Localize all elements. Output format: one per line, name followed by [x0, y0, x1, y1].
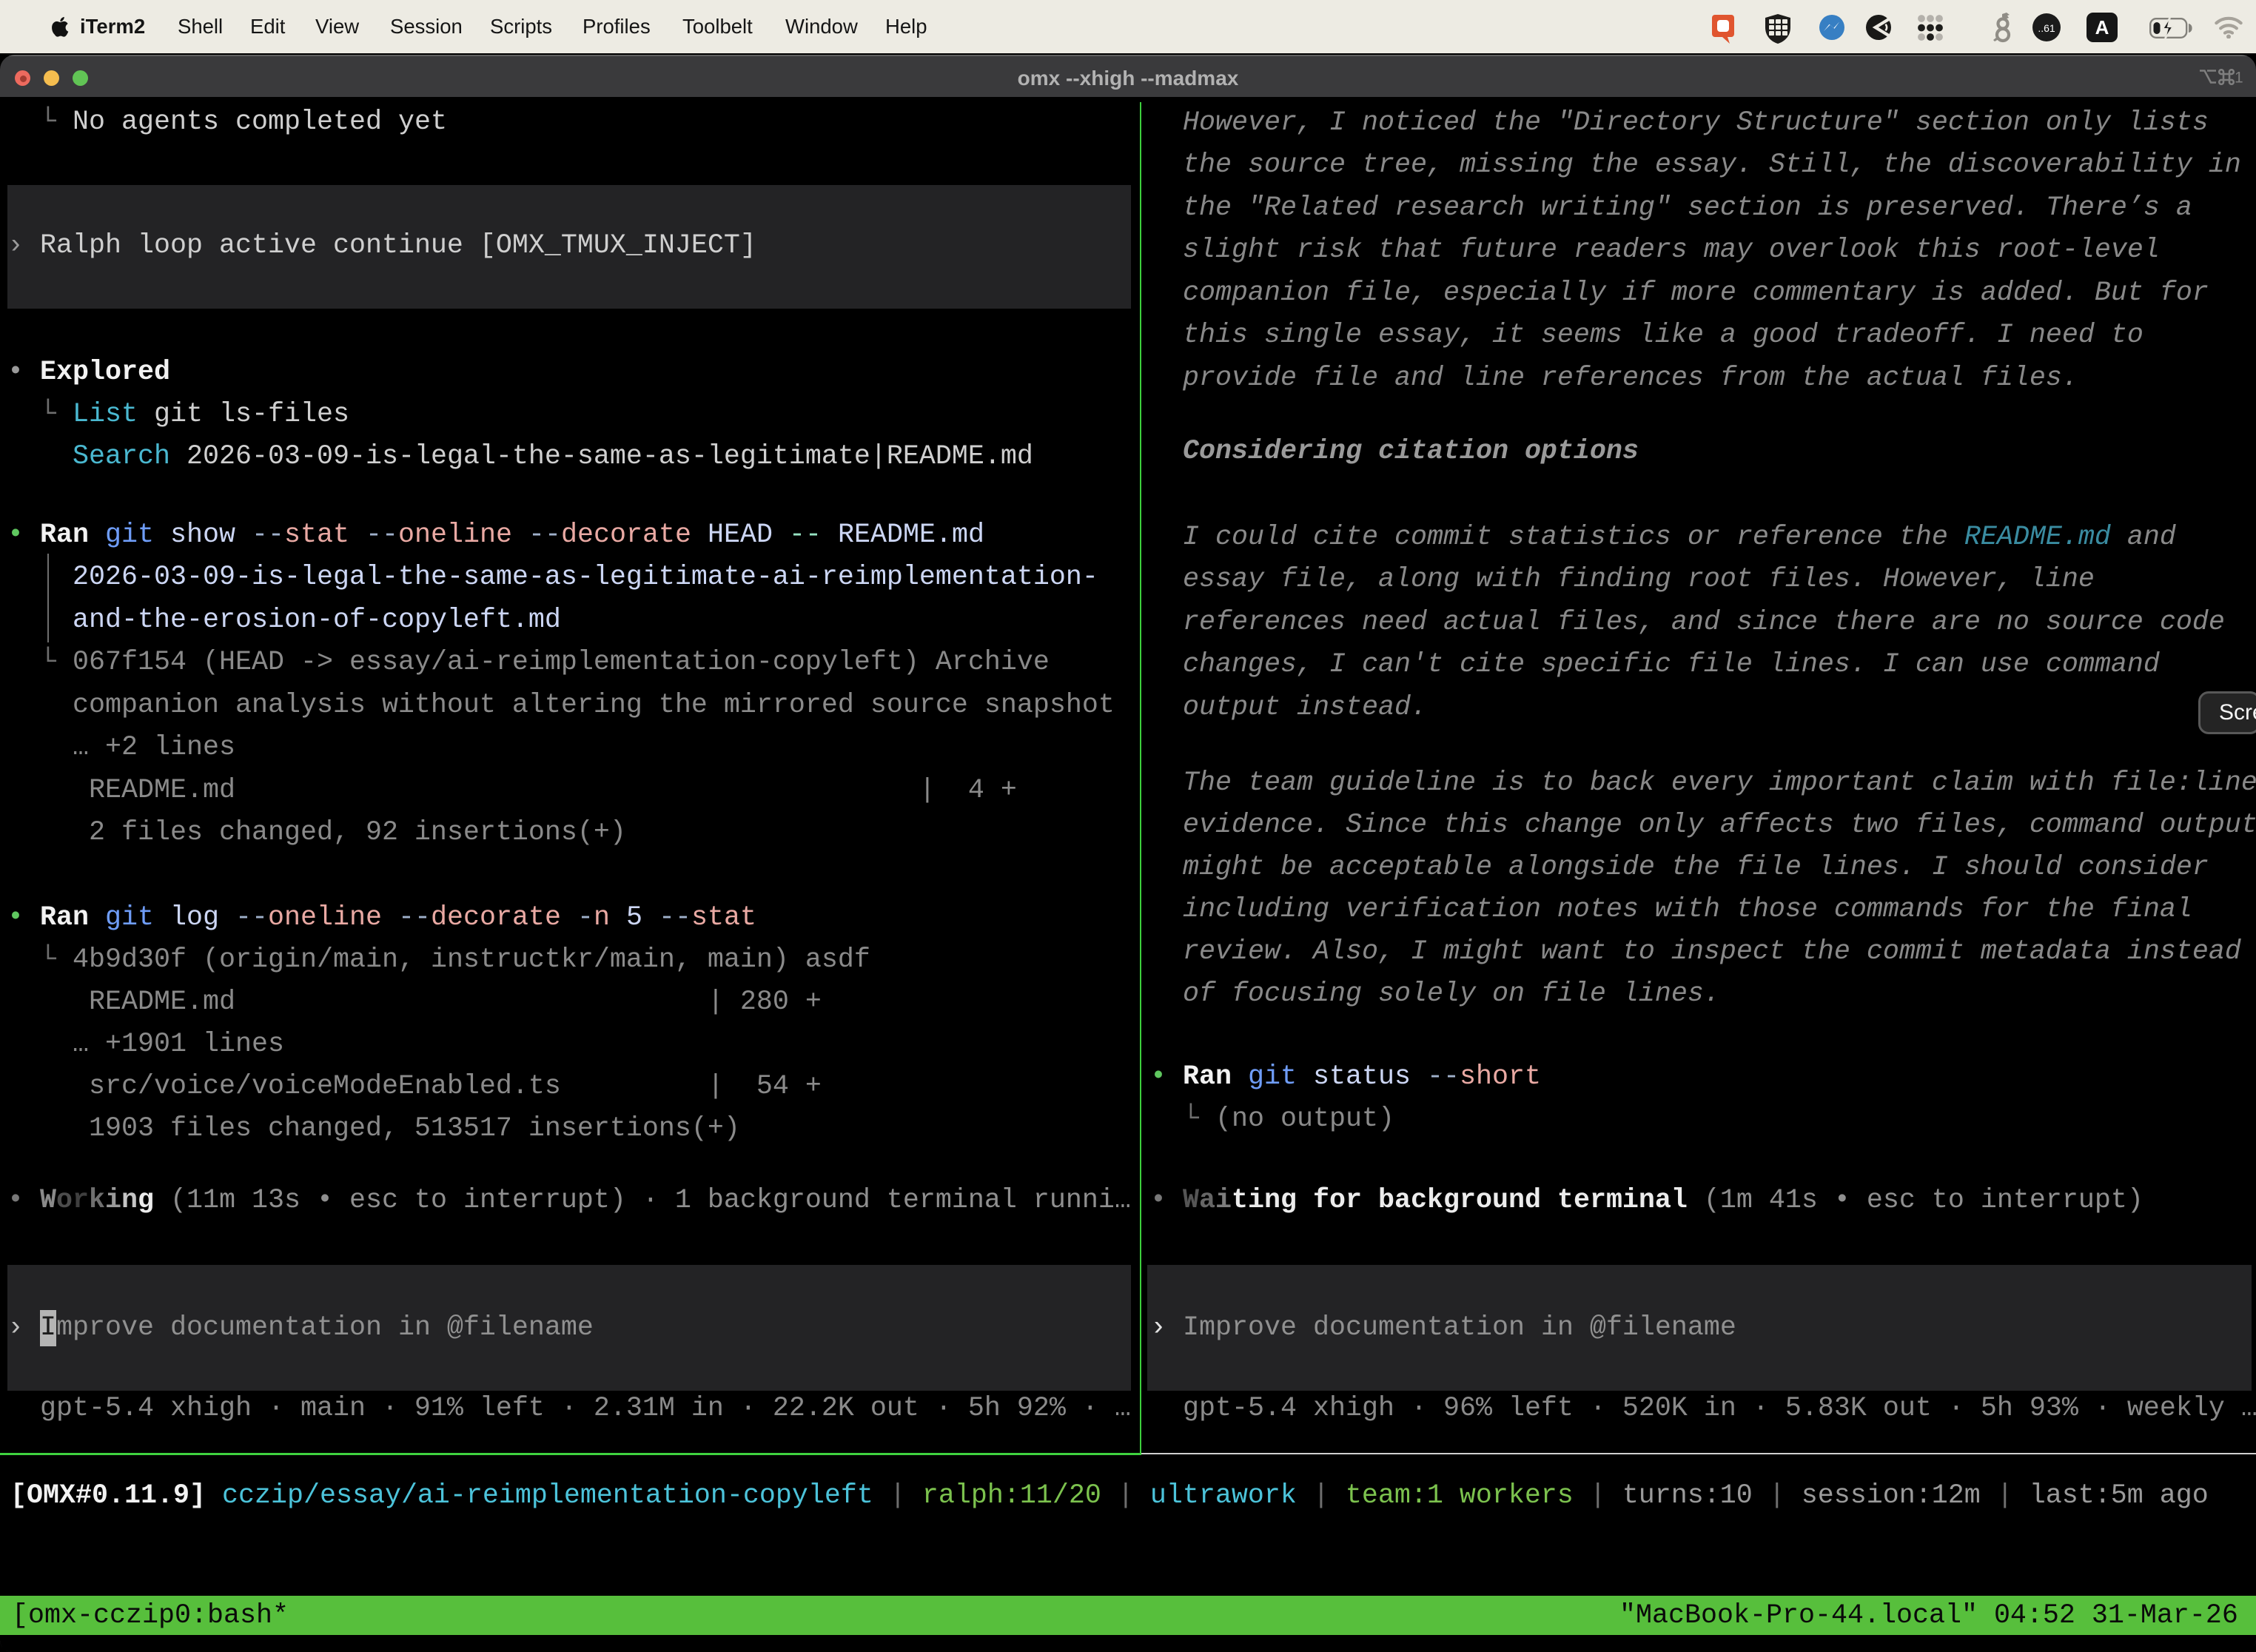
svg-text:1: 1	[2235, 70, 2243, 86]
svg-text:..61: ..61	[2038, 22, 2055, 34]
svg-text:A: A	[2095, 16, 2109, 38]
